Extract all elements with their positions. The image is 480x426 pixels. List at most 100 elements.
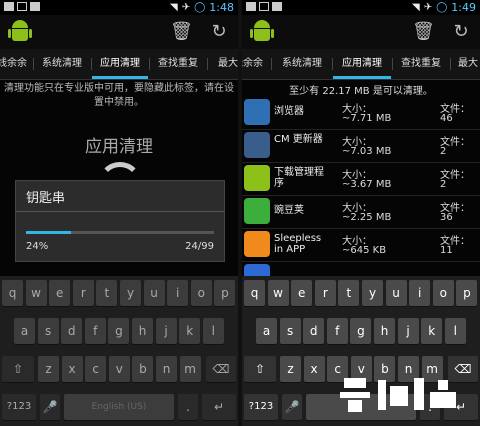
- key-q[interactable]: q: [244, 280, 265, 306]
- key-w[interactable]: w: [267, 280, 289, 306]
- action-bar: 🗑 ↻: [242, 15, 480, 49]
- cleanable-summary: 至少有 22.17 MB 是可以清理。: [289, 86, 433, 97]
- app-row[interactable]: Sleepless in APP 大小： ~645 KB 文件： 11: [242, 228, 480, 262]
- key-l[interactable]: l: [202, 318, 224, 344]
- keyboard: q w e r t y u i o p a s d f g h j k l ⇧ z x c v b n m ⌫ ?123 🎤 English…: [0, 276, 238, 426]
- app-logo-icon[interactable]: [250, 20, 274, 44]
- key-w[interactable]: w: [25, 280, 47, 306]
- tab-item[interactable]: 线余余: [242, 49, 268, 79]
- key-z[interactable]: z: [280, 356, 301, 382]
- key-f[interactable]: f: [326, 318, 348, 344]
- key-i[interactable]: i: [409, 280, 431, 306]
- shift-icon[interactable]: ⇧: [244, 356, 276, 382]
- key-a[interactable]: a: [256, 318, 277, 344]
- tab-find-duplicates[interactable]: 查找重复: [150, 49, 206, 79]
- key-y[interactable]: y: [120, 280, 141, 306]
- symbols-key[interactable]: ?123: [2, 394, 36, 420]
- key-t[interactable]: t: [338, 280, 360, 306]
- key-p[interactable]: p: [214, 280, 236, 306]
- key-e[interactable]: e: [291, 280, 313, 306]
- watermark-logo: [338, 372, 470, 416]
- key-q[interactable]: q: [2, 280, 23, 306]
- key-r[interactable]: r: [72, 280, 94, 306]
- key-g[interactable]: g: [108, 318, 130, 344]
- key-c[interactable]: c: [85, 356, 107, 382]
- key-o[interactable]: o: [432, 280, 454, 306]
- refresh-icon[interactable]: ↻: [208, 21, 230, 43]
- key-b[interactable]: b: [132, 356, 154, 382]
- app-size: ~2.25 MB: [342, 212, 392, 223]
- key-p[interactable]: p: [456, 280, 478, 306]
- key-i[interactable]: i: [167, 280, 189, 306]
- key-k[interactable]: k: [421, 318, 443, 344]
- key-x[interactable]: x: [303, 356, 325, 382]
- key-m[interactable]: m: [179, 356, 201, 382]
- key-z[interactable]: z: [38, 356, 59, 382]
- shift-icon[interactable]: ⇧: [2, 356, 34, 382]
- notification-icon: [30, 2, 40, 11]
- app-row[interactable]: 浏览器 大小： ~7.71 MB 文件： 46: [242, 96, 480, 130]
- key-s[interactable]: s: [279, 318, 301, 344]
- right-screen: ◥ ✈ ◯ 1:49 🗑 ↻ 线余余 系统清理 应用清理 查找重复 最大 至少有…: [242, 0, 480, 426]
- microphone-icon[interactable]: 🎤: [40, 394, 60, 420]
- app-files: 46: [440, 113, 453, 124]
- key-j[interactable]: j: [155, 318, 177, 344]
- trash-icon[interactable]: 🗑: [412, 21, 435, 43]
- key-y[interactable]: y: [362, 280, 383, 306]
- refresh-icon[interactable]: ↻: [450, 21, 472, 43]
- symbols-key[interactable]: ?123: [244, 394, 278, 420]
- wandoujia-icon: [244, 198, 270, 224]
- globe-icon: [244, 99, 270, 125]
- tab-app-clean[interactable]: 应用清理: [92, 49, 148, 79]
- key-l[interactable]: l: [444, 318, 466, 344]
- notification-icon: [4, 2, 14, 11]
- progress-fill: [26, 231, 72, 234]
- key-d[interactable]: d: [61, 318, 83, 344]
- key-j[interactable]: j: [397, 318, 419, 344]
- status-bar: ◥ ✈ ◯ 1:48: [0, 0, 238, 15]
- tab-find-duplicates[interactable]: 查找重复: [393, 49, 449, 79]
- sun-icon: [244, 231, 270, 257]
- app-logo-icon[interactable]: [8, 20, 32, 44]
- trash-icon[interactable]: 🗑: [170, 21, 193, 43]
- space-key[interactable]: English (US): [64, 394, 174, 420]
- key-o[interactable]: o: [190, 280, 212, 306]
- tab-largest[interactable]: 最大: [450, 49, 480, 79]
- airplane-icon: ✈: [423, 2, 433, 13]
- key-h[interactable]: h: [374, 318, 395, 344]
- key-u[interactable]: u: [385, 280, 407, 306]
- tab-item[interactable]: 线余余: [0, 49, 32, 79]
- key-n[interactable]: n: [156, 356, 177, 382]
- key-r[interactable]: r: [314, 280, 336, 306]
- key-g[interactable]: g: [350, 318, 372, 344]
- backspace-icon[interactable]: ⌫: [206, 356, 236, 382]
- tab-system-clean[interactable]: 系统清理: [272, 49, 332, 79]
- key-k[interactable]: k: [179, 318, 201, 344]
- tab-app-clean[interactable]: 应用清理: [333, 49, 391, 79]
- key-f[interactable]: f: [84, 318, 106, 344]
- app-row[interactable]: 豌豆荚 大小： ~2.25 MB 文件： 36: [242, 195, 480, 229]
- app-row[interactable]: 下载管理程序 大小： ~3.67 MB 文件： 2: [242, 162, 480, 196]
- key-e[interactable]: e: [49, 280, 71, 306]
- notification-icon: [259, 2, 269, 11]
- android-icon: [244, 165, 270, 191]
- enter-icon[interactable]: ↵: [202, 394, 236, 420]
- app-row[interactable]: CM 更新器 大小： ~7.03 MB 文件： 2: [242, 129, 480, 163]
- key-x[interactable]: x: [61, 356, 83, 382]
- tab-system-clean[interactable]: 系统清理: [34, 49, 90, 79]
- tab-largest[interactable]: 最大: [208, 49, 238, 79]
- dialog-title: 钥匙串: [26, 191, 66, 206]
- key-d[interactable]: d: [303, 318, 325, 344]
- tab-bar: 线余余 系统清理 应用清理 查找重复 最大: [242, 49, 480, 80]
- key-a[interactable]: a: [14, 318, 35, 344]
- key-v[interactable]: v: [108, 356, 130, 382]
- status-bar: ◥ ✈ ◯ 1:49: [242, 0, 480, 15]
- key-t[interactable]: t: [96, 280, 118, 306]
- key-h[interactable]: h: [132, 318, 153, 344]
- key-u[interactable]: u: [143, 280, 165, 306]
- period-key[interactable]: .: [178, 394, 198, 420]
- notification-icon: [272, 2, 282, 11]
- key-s[interactable]: s: [37, 318, 59, 344]
- app-size: ~7.03 MB: [342, 146, 392, 157]
- microphone-icon[interactable]: 🎤: [282, 394, 302, 420]
